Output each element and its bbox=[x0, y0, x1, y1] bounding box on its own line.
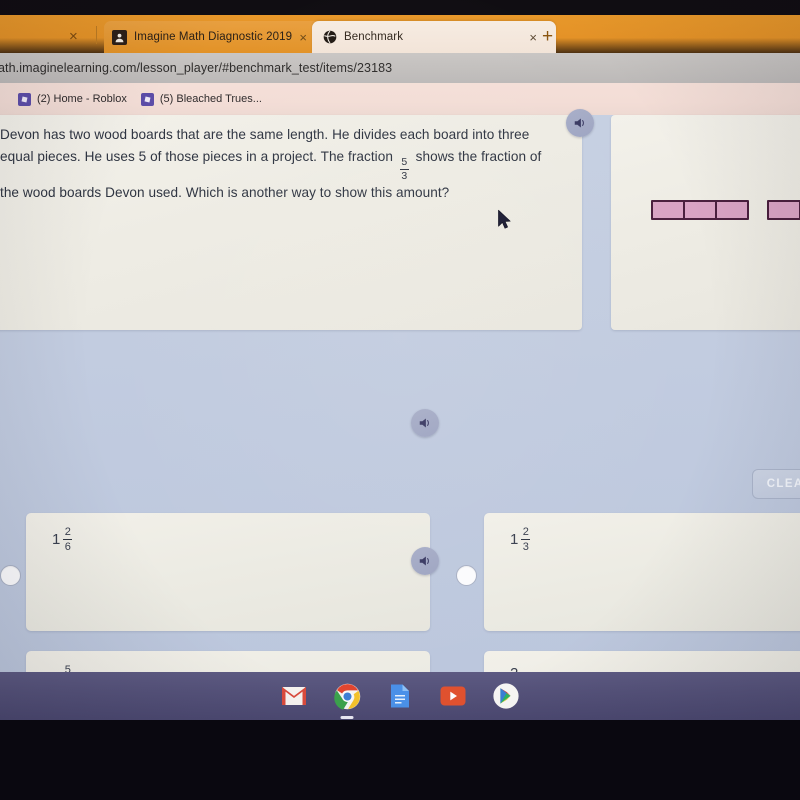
option-card-2[interactable]: 1 2 3 bbox=[484, 513, 800, 631]
speaker-icon bbox=[419, 418, 429, 428]
play-store-icon[interactable] bbox=[493, 683, 520, 710]
question-line-2b: shows the bbox=[415, 149, 478, 164]
google-docs-icon[interactable] bbox=[387, 683, 414, 710]
clear-button-label: CLEAR bbox=[766, 478, 800, 490]
option-radio-1[interactable] bbox=[0, 565, 21, 586]
diagram-panel bbox=[611, 115, 800, 330]
globe-icon bbox=[322, 30, 337, 45]
browser-tab-strip: × Imagine Math Diagnostic 2019 × Benchma… bbox=[0, 15, 800, 53]
tab-title: Imagine Math Diagnostic 2019 bbox=[134, 31, 293, 43]
fraction-numerator: 2 bbox=[64, 526, 71, 538]
tab-title: Benchmark bbox=[344, 31, 404, 43]
tab-benchmark[interactable]: Benchmark × bbox=[312, 21, 556, 53]
screen-bezel-bottom bbox=[0, 720, 800, 800]
bookmark-label: (5) Bleached Trues... bbox=[159, 93, 262, 105]
fraction-numerator: 2 bbox=[522, 526, 529, 538]
bookmark-item-roblox-home[interactable]: (2) Home - Roblox bbox=[18, 92, 127, 106]
option-audio-button-3[interactable] bbox=[411, 547, 439, 575]
screen-bezel-top bbox=[0, 0, 800, 15]
speaker-icon bbox=[419, 556, 429, 566]
option-fraction: 2 6 bbox=[63, 526, 73, 553]
chrome-active-indicator bbox=[340, 716, 354, 719]
question-line-1: Devon has two wood boards that are the s… bbox=[0, 127, 495, 142]
chrome-icon[interactable] bbox=[333, 683, 361, 719]
gmail-icon[interactable] bbox=[281, 683, 308, 710]
fraction-bar-2 bbox=[767, 200, 800, 220]
screenshot-root: × Imagine Math Diagnostic 2019 × Benchma… bbox=[0, 0, 800, 800]
question-text: Devon has two wood boards that are the s… bbox=[0, 124, 560, 204]
fraction-bar-segment bbox=[653, 202, 685, 218]
option-audio-button-1[interactable] bbox=[411, 409, 439, 437]
mouse-cursor bbox=[497, 209, 512, 235]
roblox-icon bbox=[18, 92, 31, 106]
roblox-icon bbox=[140, 92, 154, 106]
lesson-player: Devon has two wood boards that are the s… bbox=[0, 109, 800, 767]
option-radio-2[interactable] bbox=[456, 565, 477, 586]
youtube-icon[interactable] bbox=[440, 683, 467, 710]
address-bar[interactable]: ath.imaginelearning.com/lesson_player/#b… bbox=[0, 53, 800, 83]
question-audio-button[interactable] bbox=[566, 109, 594, 137]
fraction-denominator: 3 bbox=[401, 170, 408, 183]
option-label-2: 1 2 3 bbox=[510, 527, 533, 553]
fraction-bar-segment bbox=[717, 202, 747, 218]
new-tab-button[interactable]: + bbox=[542, 27, 553, 46]
shelf-icon-row bbox=[0, 672, 800, 720]
bookmarks-bar: (2) Home - Roblox (5) Bleached Trues... bbox=[0, 83, 800, 115]
fraction-bar-1 bbox=[651, 200, 749, 220]
fraction-bar-model bbox=[651, 200, 800, 220]
question-panel: Devon has two wood boards that are the s… bbox=[0, 115, 582, 330]
question-fraction: 5 3 bbox=[399, 156, 409, 183]
tab-divider bbox=[96, 26, 97, 44]
option-whole: 1 bbox=[52, 531, 61, 549]
fraction-denominator: 3 bbox=[522, 540, 529, 553]
option-label-1: 1 2 6 bbox=[52, 527, 75, 553]
chromeos-shelf bbox=[0, 672, 800, 720]
person-icon bbox=[112, 29, 127, 45]
fraction-numerator: 5 bbox=[401, 156, 408, 169]
bookmark-item-bleached-trues[interactable]: (5) Bleached Trues... bbox=[140, 92, 262, 106]
fraction-denominator: 6 bbox=[64, 540, 71, 553]
bookmark-label: (2) Home - Roblox bbox=[37, 93, 127, 105]
option-card-1[interactable]: 1 2 6 bbox=[26, 513, 430, 631]
url-text: ath.imaginelearning.com/lesson_player/#b… bbox=[0, 61, 393, 75]
option-fraction: 2 3 bbox=[521, 526, 531, 553]
fraction-bar-segment bbox=[685, 202, 717, 218]
clear-button[interactable]: CLEAR bbox=[752, 469, 800, 499]
speaker-icon bbox=[574, 118, 584, 128]
fraction-bar-segment bbox=[769, 202, 800, 218]
tab-close-icon-partial[interactable]: × bbox=[69, 29, 78, 44]
option-whole: 1 bbox=[510, 531, 519, 549]
tab-imagine-math[interactable]: Imagine Math Diagnostic 2019 × bbox=[104, 21, 324, 53]
